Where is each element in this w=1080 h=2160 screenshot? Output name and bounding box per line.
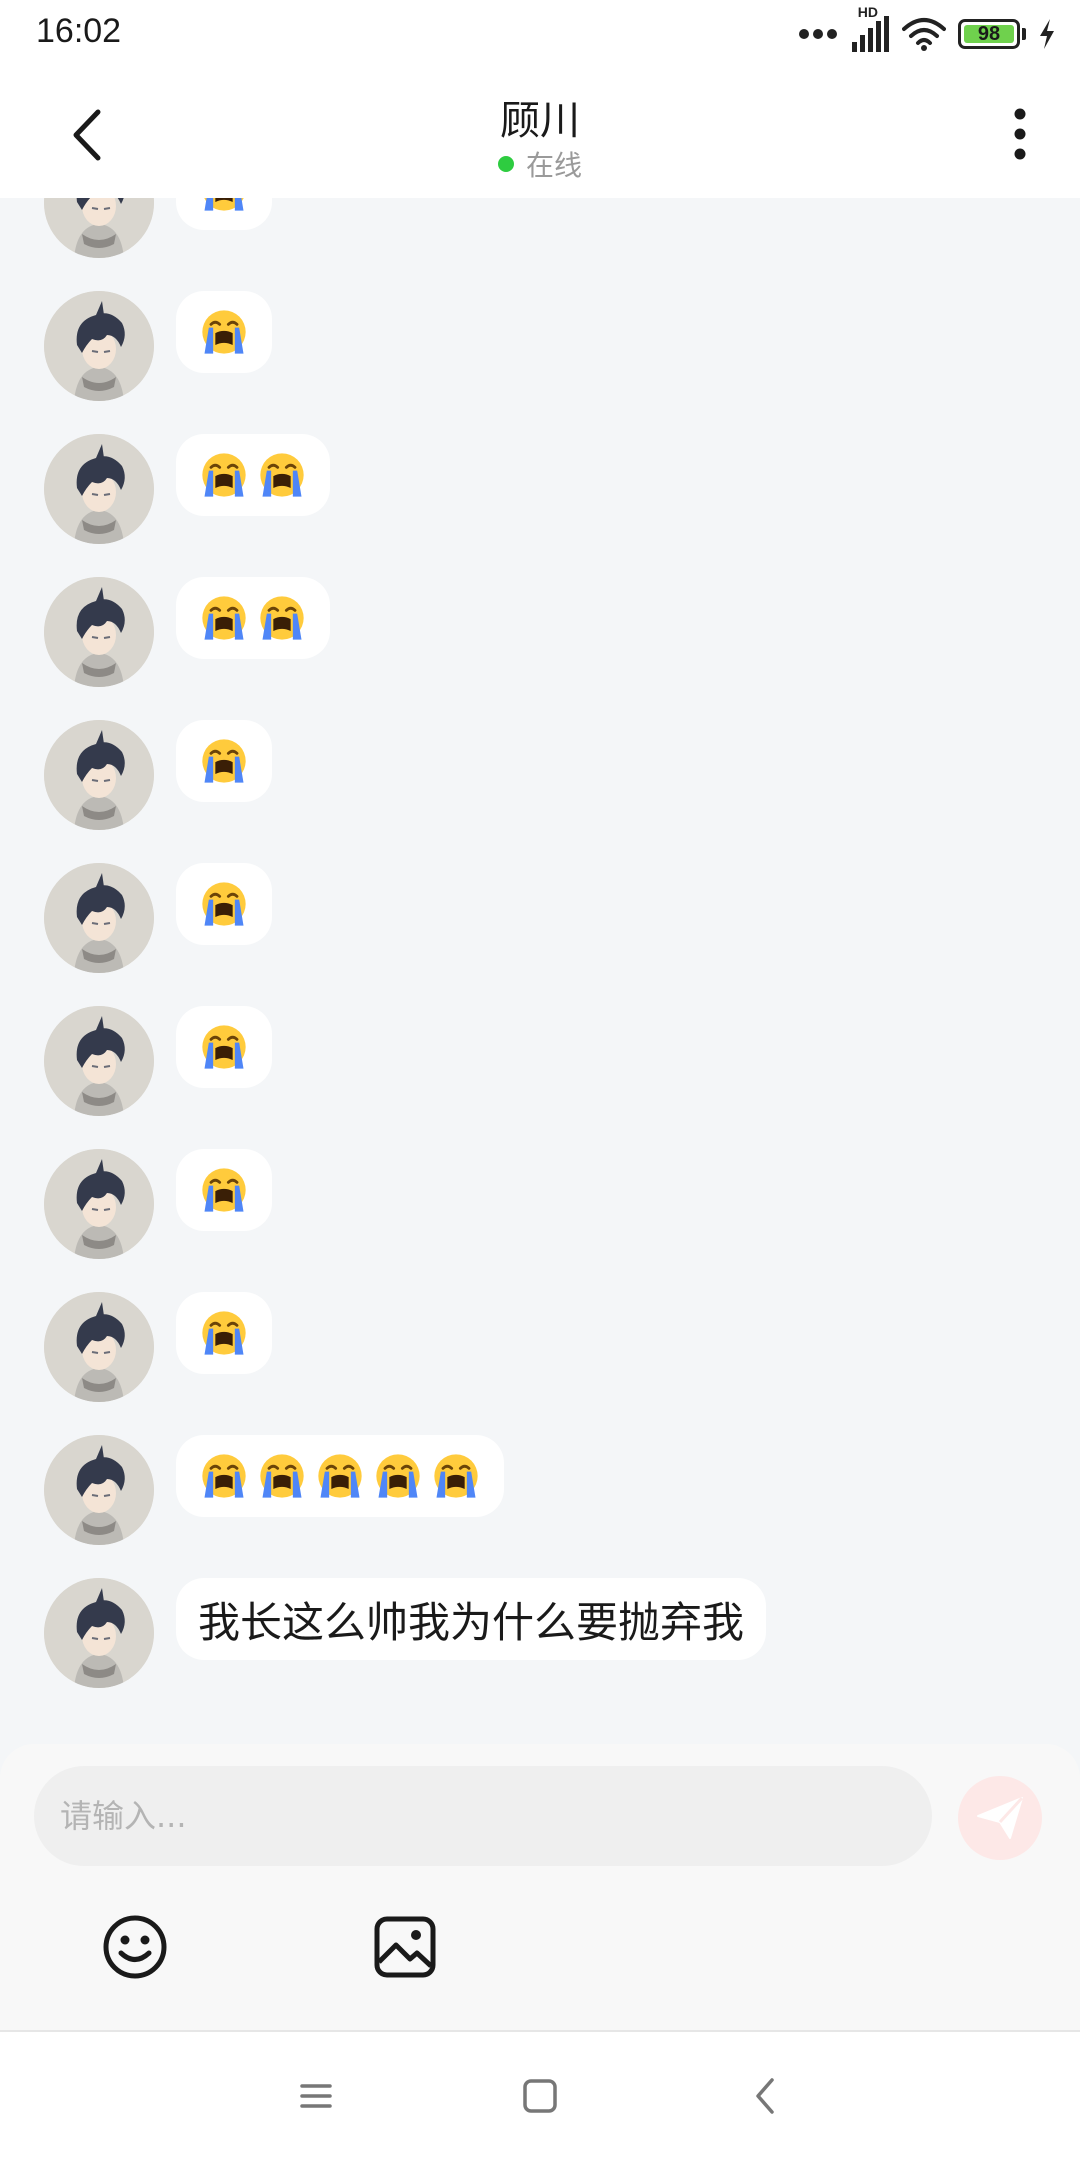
message-bubble[interactable] (176, 291, 272, 373)
crying-face-emoji-icon (314, 1450, 366, 1502)
more-vertical-icon[interactable] (1000, 106, 1040, 162)
status-time: 16:02 (36, 12, 122, 50)
avatar[interactable] (44, 863, 154, 973)
crying-face-emoji-icon (430, 1450, 482, 1502)
online-text: 在线 (525, 149, 582, 182)
online-status: 在线 (0, 144, 1080, 184)
message-bubble[interactable] (176, 577, 330, 659)
contact-name: 顾川 (500, 98, 580, 144)
battery-icon: 98 (958, 19, 1020, 49)
avatar[interactable] (44, 1006, 154, 1116)
message-list[interactable]: 我长这么帅我为什么要抛弃我 (0, 198, 1080, 1744)
battery-tip (1022, 28, 1026, 40)
charging-icon (1040, 19, 1054, 49)
message-bubble[interactable] (176, 1006, 272, 1088)
message-row (0, 577, 1080, 697)
message-bubble[interactable] (176, 1149, 272, 1231)
crying-face-emoji-icon (256, 592, 308, 644)
avatar[interactable] (44, 577, 154, 687)
status-bar: 16:02 HD 98 (0, 0, 1080, 70)
crying-face-emoji-icon (256, 449, 308, 501)
message-bubble[interactable] (176, 1292, 272, 1374)
home-square-icon[interactable] (516, 2072, 564, 2120)
crying-face-emoji-icon (198, 735, 250, 787)
menu-icon[interactable] (292, 2072, 340, 2120)
wifi-icon (902, 18, 946, 51)
composer (0, 1744, 1080, 2030)
crying-face-emoji-icon (198, 1450, 250, 1502)
crying-face-emoji-icon (198, 592, 250, 644)
send-button[interactable] (958, 1776, 1042, 1860)
message-row (0, 291, 1080, 411)
online-dot (497, 156, 514, 172)
system-nav-bar (0, 2032, 1080, 2160)
avatar[interactable] (44, 1149, 154, 1259)
crying-face-emoji-icon (198, 1164, 250, 1216)
chat-screen: 16:02 HD 98 顾川 在线 我长这么帅我为什么要抛弃我 请输入... (0, 0, 1080, 2160)
message-text: 我长这么帅我为什么要抛弃我 (198, 1597, 745, 1647)
message-bubble[interactable] (176, 720, 272, 802)
message-bubble[interactable] (176, 1435, 504, 1517)
avatar[interactable] (44, 198, 154, 258)
message-bubble[interactable] (176, 198, 272, 230)
crying-face-emoji-icon (198, 878, 250, 930)
crying-face-emoji-icon (198, 198, 250, 215)
message-row (0, 1435, 1080, 1555)
image-icon[interactable] (370, 1912, 440, 1982)
crying-face-emoji-icon (372, 1450, 424, 1502)
message-row (0, 1006, 1080, 1126)
avatar[interactable] (44, 434, 154, 544)
crying-face-emoji-icon (198, 306, 250, 358)
message-row (0, 1292, 1080, 1412)
message-row (0, 434, 1080, 554)
message-row (0, 1149, 1080, 1269)
message-row (0, 198, 1080, 268)
smiley-icon[interactable] (100, 1912, 170, 1982)
crying-face-emoji-icon (256, 1450, 308, 1502)
message-bubble[interactable] (176, 434, 330, 516)
dots-icon (799, 29, 837, 39)
avatar[interactable] (44, 291, 154, 401)
message-row: 我长这么帅我为什么要抛弃我 (0, 1578, 1080, 1698)
battery-level: 98 (977, 22, 1001, 45)
message-input[interactable] (34, 1766, 932, 1866)
message-row (0, 863, 1080, 983)
avatar[interactable] (44, 720, 154, 830)
crying-face-emoji-icon (198, 1307, 250, 1359)
crying-face-emoji-icon (198, 449, 250, 501)
avatar[interactable] (44, 1578, 154, 1688)
message-row (0, 720, 1080, 840)
paper-plane-icon (977, 1796, 1024, 1839)
avatar[interactable] (44, 1435, 154, 1545)
back-chevron-icon[interactable] (742, 2072, 790, 2120)
avatar[interactable] (44, 1292, 154, 1402)
chat-header: 顾川 在线 (0, 70, 1080, 198)
crying-face-emoji-icon (198, 1021, 250, 1073)
signal-icon (852, 16, 889, 52)
message-bubble[interactable] (176, 863, 272, 945)
message-bubble[interactable]: 我长这么帅我为什么要抛弃我 (176, 1578, 767, 1660)
status-icons: 98 (798, 12, 1056, 56)
